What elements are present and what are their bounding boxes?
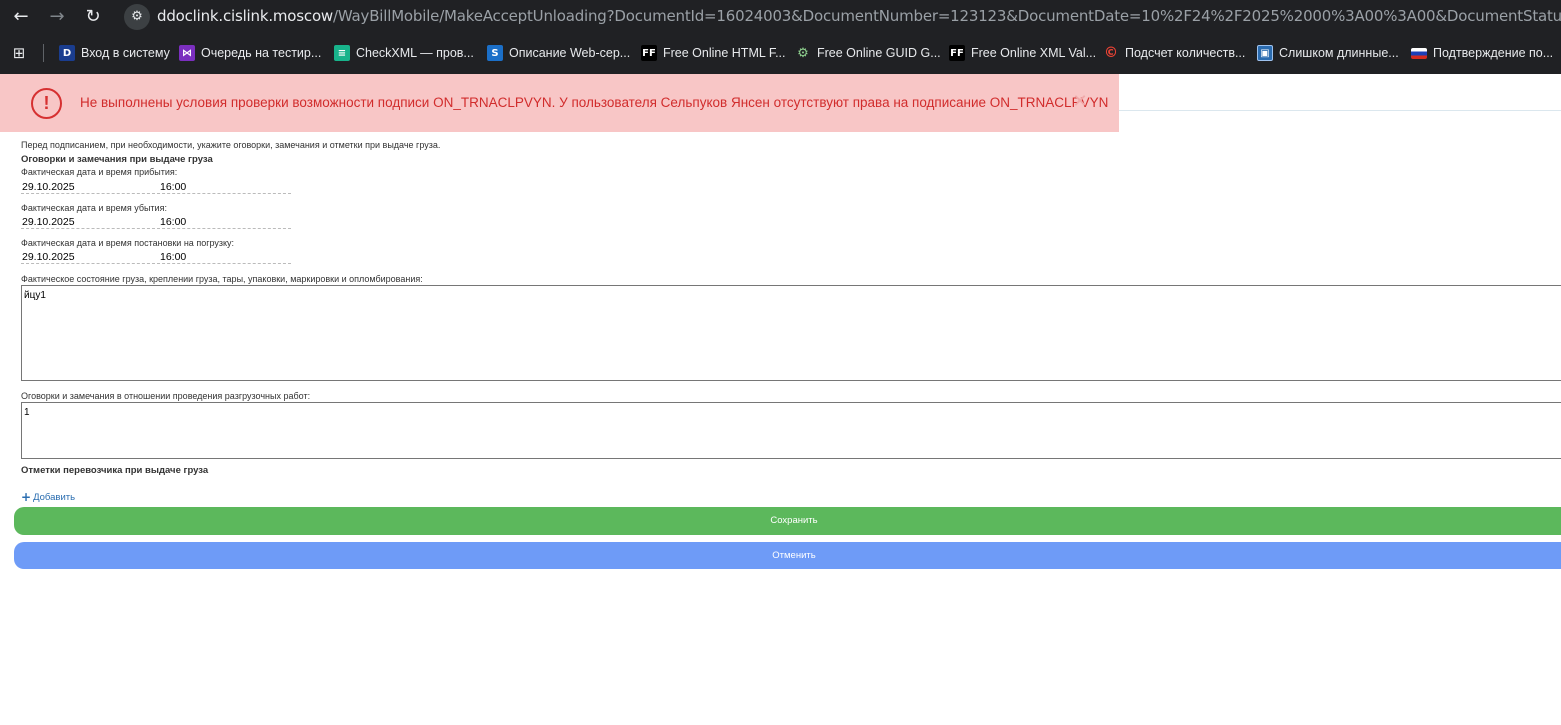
document-icon: ≡ [334, 45, 350, 61]
bookmark-too-long[interactable]: ▣ Слишком длинные... [1257, 42, 1399, 64]
page-content: ! Не выполнены условия проверки возможно… [0, 74, 1561, 725]
arrival-datetime-field[interactable]: 29.10.2025 16:00 [21, 180, 291, 194]
exclamation-icon: ! [31, 88, 62, 119]
loading-time-input[interactable]: 16:00 [160, 251, 186, 263]
apps-grid-icon[interactable]: ⊞ [10, 44, 28, 62]
cargo-state-textarea[interactable]: йцу1 [21, 285, 1561, 381]
bookmark-label: Подсчет количеств... [1125, 46, 1246, 60]
bookmark-label: Free Online XML Val... [971, 46, 1097, 60]
bookmark-guid-generator[interactable]: ⚙ Free Online GUID G... [795, 42, 941, 64]
departure-date-input[interactable]: 29.10.2025 [22, 216, 75, 228]
forward-arrow-icon[interactable]: → [44, 4, 70, 30]
section-title-carrier-marks: Отметки перевозчика при выдаче груза [21, 465, 209, 476]
visual-studio-icon: ⋈ [179, 45, 195, 61]
s-logo-icon: S [487, 45, 503, 61]
back-arrow-icon[interactable]: ← [8, 4, 34, 30]
arrival-date-input[interactable]: 29.10.2025 [22, 181, 75, 193]
save-button[interactable]: Сохранить [14, 507, 1561, 535]
bookmarks-separator [43, 44, 44, 62]
browser-chrome: ← → ↻ ⚙ ddoclink.cislink.moscow/WayBillM… [0, 0, 1561, 74]
gears-icon: ⚙ [797, 45, 809, 61]
d-logo-icon: D [59, 45, 75, 61]
loading-datetime-field[interactable]: 29.10.2025 16:00 [21, 250, 291, 264]
bookmark-label: Free Online HTML F... [663, 46, 786, 60]
arrival-label: Фактическая дата и время прибытия: [21, 167, 178, 177]
cargo-state-label: Фактическое состояние груза, креплении г… [21, 274, 423, 284]
alert-message: Не выполнены условия проверки возможност… [80, 95, 1109, 110]
form-hint: Перед подписанием, при необходимости, ук… [21, 140, 441, 150]
bookmark-label: Очередь на тестир... [201, 46, 322, 60]
reload-icon[interactable]: ↻ [80, 4, 106, 30]
add-mark-label: Добавить [33, 491, 76, 503]
bookmark-label: Подтверждение по... [1433, 46, 1554, 60]
section-title-remarks: Оговорки и замечания при выдаче груза [21, 154, 213, 165]
bookmark-label: CheckXML — пров... [356, 46, 474, 60]
site-settings-icon[interactable]: ⚙ [124, 4, 150, 30]
loading-date-input[interactable]: 29.10.2025 [22, 251, 75, 263]
close-icon[interactable]: ✕ [1071, 93, 1089, 111]
russia-flag-icon [1411, 47, 1427, 59]
ff-logo-icon: FF [949, 45, 965, 61]
cancel-button[interactable]: Отменить [14, 542, 1561, 569]
image-icon: ▣ [1257, 45, 1273, 61]
bookmark-label: Free Online GUID G... [817, 46, 941, 60]
ff-logo-icon: FF [641, 45, 657, 61]
address-bar-row: ← → ↻ ⚙ ddoclink.cislink.moscow/WayBillM… [0, 0, 1561, 33]
bookmark-web-service[interactable]: S Описание Web-сер... [487, 42, 630, 64]
bookmark-confirmation[interactable]: Подтверждение по... [1411, 42, 1553, 64]
bookmark-xml-validator[interactable]: FF Free Online XML Val... [949, 42, 1096, 64]
add-mark-link[interactable]: + Добавить [21, 490, 75, 504]
bookmark-label: Слишком длинные... [1279, 46, 1399, 60]
plus-icon: + [21, 490, 32, 504]
unloading-remarks-label: Оговорки и замечания в отношении проведе… [21, 391, 311, 401]
bookmark-login[interactable]: D Вход в систему [59, 42, 170, 64]
bookmark-counter[interactable]: © Подсчет количеств... [1103, 42, 1245, 64]
bookmark-label: Описание Web-сер... [509, 46, 631, 60]
header-divider [1118, 110, 1561, 111]
copyright-icon: © [1104, 45, 1118, 61]
departure-datetime-field[interactable]: 29.10.2025 16:00 [21, 215, 291, 229]
error-alert: ! Не выполнены условия проверки возможно… [0, 74, 1119, 132]
unloading-remarks-textarea[interactable]: 1 [21, 402, 1561, 459]
bookmark-test-queue[interactable]: ⋈ Очередь на тестир... [179, 42, 321, 64]
address-bar-url[interactable]: ddoclink.cislink.moscow/WayBillMobile/Ma… [157, 7, 1561, 25]
bookmark-html-formatter[interactable]: FF Free Online HTML F... [641, 42, 786, 64]
bookmark-checkxml[interactable]: ≡ CheckXML — пров... [334, 42, 474, 64]
departure-time-input[interactable]: 16:00 [160, 216, 186, 228]
bookmarks-bar: ⊞ D Вход в систему ⋈ Очередь на тестир..… [0, 38, 1561, 68]
loading-label: Фактическая дата и время постановки на п… [21, 238, 235, 248]
arrival-time-input[interactable]: 16:00 [160, 181, 186, 193]
departure-label: Фактическая дата и время убытия: [21, 203, 167, 213]
bookmark-label: Вход в систему [81, 46, 170, 60]
